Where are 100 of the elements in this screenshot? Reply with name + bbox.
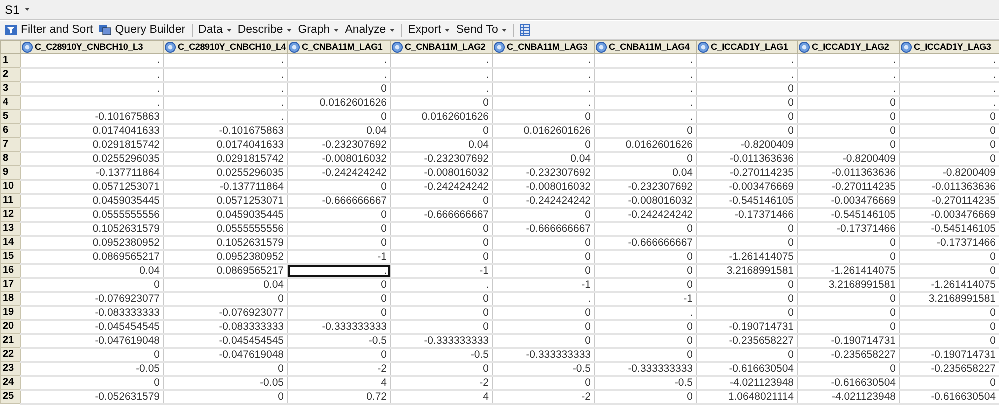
column-header[interactable]: C_CNBA11M_LAG3 — [492, 40, 594, 54]
table-cell: -0.666666667 — [390, 208, 492, 222]
table-cell: 0 — [798, 110, 900, 124]
table-cell: 0 — [594, 152, 696, 166]
table-cell: 0.0162601626 — [492, 124, 594, 138]
row-number[interactable]: 16 — [0, 264, 20, 278]
grid-icon[interactable] — [520, 24, 530, 36]
table-cell: 0 — [492, 320, 594, 334]
sheet-tab[interactable]: S1 — [3, 2, 32, 18]
table-cell: 0 — [390, 194, 492, 208]
table-cell: 0.0291815742 — [164, 152, 288, 166]
table-cell: 0 — [492, 306, 594, 320]
row-number[interactable]: 7 — [0, 138, 20, 152]
row-number[interactable]: 10 — [0, 180, 20, 194]
row-number[interactable]: 8 — [0, 152, 20, 166]
menu-button[interactable]: Export — [405, 22, 454, 38]
column-header[interactable]: C_CNBA11M_LAG2 — [390, 40, 492, 54]
row-number[interactable]: 1 — [0, 54, 20, 68]
table-cell: -2 — [390, 376, 492, 390]
toolbar-button[interactable]: Filter and Sort — [2, 22, 96, 38]
row-number[interactable]: 19 — [0, 306, 20, 320]
table-cell: -0.8200409 — [798, 152, 900, 166]
caret-icon — [226, 28, 232, 32]
row-number[interactable]: 13 — [0, 222, 20, 236]
table-cell: . — [492, 82, 594, 96]
row-number[interactable]: 4 — [0, 96, 20, 110]
table-cell: 0 — [390, 124, 492, 138]
column-header[interactable]: C_ICCAD1Y_LAG3 — [900, 40, 999, 54]
row-number[interactable]: 20 — [0, 320, 20, 334]
table-cell: -0.137711864 — [164, 180, 288, 194]
table-cell: . — [390, 278, 492, 292]
row-number[interactable]: 24 — [0, 376, 20, 390]
table-cell: 0 — [288, 306, 390, 320]
row-number[interactable]: 2 — [0, 68, 20, 82]
column-header[interactable]: C_C28910Y_CNBCH10_L4 — [164, 40, 288, 54]
row-number[interactable]: 5 — [0, 110, 20, 124]
menu-button[interactable]: Describe — [234, 22, 296, 38]
table-cell: . — [288, 264, 390, 278]
table-cell: 0 — [390, 362, 492, 376]
row-number[interactable]: 15 — [0, 250, 20, 264]
menu-button[interactable]: Graph — [295, 22, 342, 38]
table-cell: . — [390, 68, 492, 82]
row-number[interactable]: 12 — [0, 208, 20, 222]
table-cell: 0.0291815742 — [20, 138, 164, 152]
table-cell: 0 — [288, 110, 390, 124]
table-cell: -0.137711864 — [20, 166, 164, 180]
column-header[interactable]: C_ICCAD1Y_LAG1 — [696, 40, 798, 54]
row-number[interactable]: 17 — [0, 278, 20, 292]
table-cell: 0.0162601626 — [288, 96, 390, 110]
row-number[interactable]: 22 — [0, 348, 20, 362]
row-number[interactable]: 25 — [0, 390, 20, 404]
table-cell: 1.0648021114 — [696, 390, 798, 404]
table-cell: -0.008016032 — [390, 166, 492, 180]
caret-icon — [502, 28, 508, 32]
row-number[interactable]: 14 — [0, 236, 20, 250]
table-cell: -0.008016032 — [594, 194, 696, 208]
table-cell: 0 — [164, 390, 288, 404]
column-header[interactable]: C_C28910Y_CNBCH10_L3 — [20, 40, 164, 54]
menu-button[interactable]: Analyze — [342, 22, 398, 38]
table-cell: 0 — [798, 124, 900, 138]
table-cell: . — [20, 82, 164, 96]
row-number[interactable]: 23 — [0, 362, 20, 376]
menu-button[interactable]: Send To — [453, 22, 510, 38]
menu-button[interactable]: Data — [196, 22, 235, 38]
table-cell: -0.232307692 — [594, 180, 696, 194]
column-header[interactable]: C_ICCAD1Y_LAG2 — [798, 40, 900, 54]
table-cell: -0.083333333 — [20, 306, 164, 320]
row-number[interactable]: 3 — [0, 82, 20, 96]
table-cell: . — [798, 54, 900, 68]
table-cell: 0 — [696, 222, 798, 236]
table-cell: 0 — [492, 236, 594, 250]
table-cell: 3.2168991581 — [798, 278, 900, 292]
table-cell: 3.2168991581 — [696, 264, 798, 278]
row-number[interactable]: 11 — [0, 194, 20, 208]
table-cell: 0 — [390, 236, 492, 250]
table-cell: 0 — [696, 110, 798, 124]
table-cell: . — [798, 68, 900, 82]
toolbar-button[interactable]: Query Builder — [96, 22, 189, 38]
table-cell: 0 — [696, 82, 798, 96]
table-cell: 0 — [594, 264, 696, 278]
table-cell: 0 — [696, 292, 798, 306]
caret-icon — [390, 28, 396, 32]
table-cell: 0 — [900, 306, 999, 320]
table-cell: -0.17371466 — [696, 208, 798, 222]
table-cell: -0.008016032 — [288, 152, 390, 166]
table-cell: 0.0571253071 — [164, 194, 288, 208]
numeric-column-icon — [165, 42, 176, 52]
column-header[interactable]: C_CNBA11M_LAG4 — [594, 40, 696, 54]
table-cell: -2 — [288, 362, 390, 376]
row-number[interactable]: 9 — [0, 166, 20, 180]
table-cell: -0.232307692 — [288, 138, 390, 152]
row-number[interactable]: 21 — [0, 334, 20, 348]
table-cell: -0.5 — [594, 376, 696, 390]
row-number[interactable]: 18 — [0, 292, 20, 306]
column-header[interactable]: C_CNBA11M_LAG1 — [288, 40, 390, 54]
row-number[interactable]: 6 — [0, 124, 20, 138]
table-cell: 0 — [696, 278, 798, 292]
table-cell: 0 — [390, 96, 492, 110]
table-cell: 0 — [900, 320, 999, 334]
table-cell: -0.076923077 — [20, 292, 164, 306]
